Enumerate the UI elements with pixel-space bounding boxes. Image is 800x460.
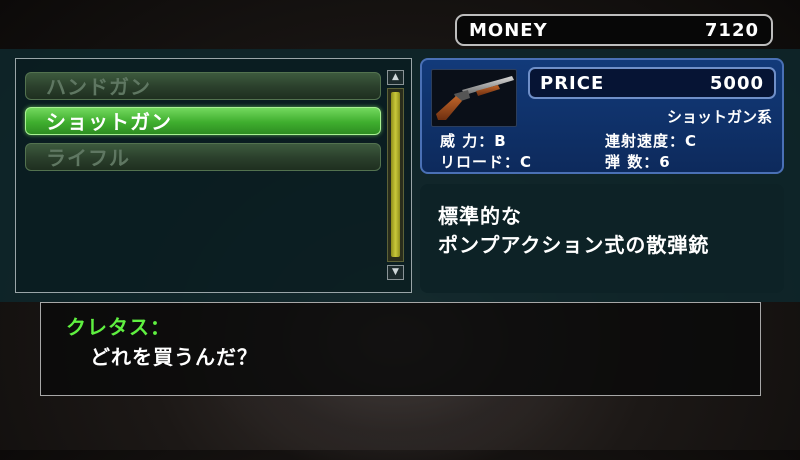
price-label: PRICE (540, 72, 605, 94)
weapon-item-label: ショットガン (46, 110, 172, 134)
money-value: 7120 (704, 19, 759, 41)
weapon-detail-panel: PRICE 5000 ショットガン系 威 力：B 連射速度：C リロード：C 弾… (420, 58, 784, 174)
weapon-item-label: ハンドガン (46, 75, 151, 99)
dialog-text: どれを買うんだ？ (90, 345, 258, 369)
weapon-item-handgun[interactable]: ハンドガン (25, 72, 381, 100)
scroll-track[interactable] (387, 88, 404, 262)
money-label: MONEY (469, 19, 548, 41)
stat-power: 威 力：B (440, 132, 507, 150)
money-display: MONEY 7120 (455, 14, 773, 46)
description-line-2: ポンプアクション式の散弾銃 (438, 233, 710, 257)
price-value: 5000 (709, 72, 764, 94)
stat-reload: リロード：C (440, 153, 533, 171)
weapon-list-panel: ハンドガン ショットガン ライフル ▲ ▼ (15, 58, 412, 293)
scroll-down-icon[interactable]: ▼ (387, 265, 404, 280)
weapon-list-scrollbar[interactable]: ▲ ▼ (387, 70, 404, 280)
stat-ammo: 弾 数：6 (605, 153, 671, 171)
weapon-item-rifle[interactable]: ライフル (25, 143, 381, 171)
weapon-category: ショットガン系 (666, 108, 772, 126)
dialog-box[interactable]: クレタス： どれを買うんだ？ (40, 302, 761, 396)
stat-fire-rate: 連射速度：C (605, 132, 698, 150)
price-display: PRICE 5000 (528, 67, 776, 99)
scroll-up-icon[interactable]: ▲ (387, 70, 404, 85)
scroll-thumb[interactable] (391, 92, 400, 257)
dialog-speaker: クレタス： (66, 315, 171, 339)
description-line-1: 標準的な (438, 204, 522, 228)
weapon-item-label: ライフル (46, 146, 130, 170)
shotgun-icon (431, 69, 517, 127)
weapon-description-panel: 標準的な ポンプアクション式の散弾銃 (420, 184, 784, 293)
weapon-item-shotgun[interactable]: ショットガン (25, 107, 381, 135)
